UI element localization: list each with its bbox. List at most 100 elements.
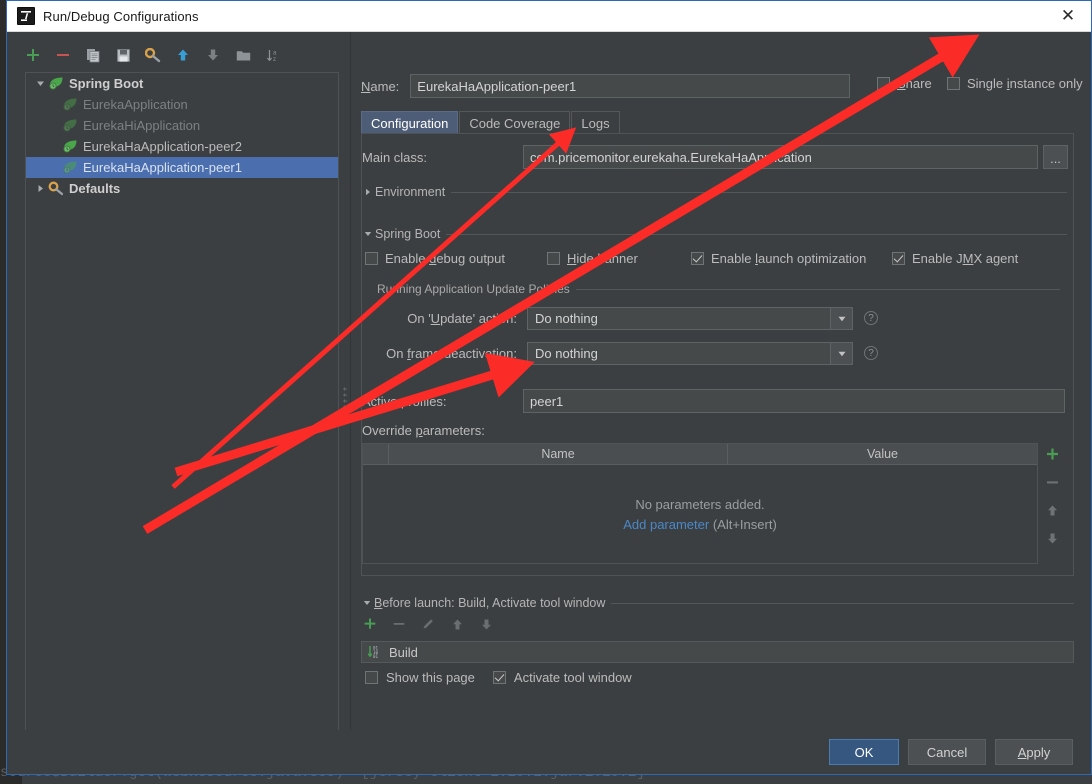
spring-boot-section-header[interactable]: Spring Boot xyxy=(362,227,1067,241)
cancel-button[interactable]: Cancel xyxy=(908,739,986,765)
configuration-editor-pane: Name: EurekaHaApplication-peer1 Share Si… xyxy=(353,32,1091,730)
pencil-icon[interactable] xyxy=(419,615,437,633)
tree-node-spring-boot[interactable]: Spring Boot xyxy=(26,73,338,94)
panel-divider xyxy=(350,32,351,730)
chevron-right-icon[interactable] xyxy=(32,181,48,197)
configurations-tree[interactable]: Spring Boot EurekaApplication EurekaHiAp… xyxy=(25,72,339,730)
dialog-title: Run/Debug Configurations xyxy=(43,8,199,24)
name-label: Name: xyxy=(361,78,400,94)
before-launch-task-list[interactable]: 01 10 01 Build xyxy=(361,641,1074,663)
table-header-value[interactable]: Value xyxy=(728,444,1037,464)
update-policies-group: Running Application Update Policies On '… xyxy=(377,282,1060,376)
add-parameter-link[interactable]: Add parameter xyxy=(623,517,709,532)
enable-jmx-agent-label: Enable JMX agent xyxy=(912,251,1019,266)
name-input[interactable]: EurekaHaApplication-peer1 xyxy=(410,74,851,98)
chevron-down-icon[interactable] xyxy=(361,597,373,609)
browse-main-class-button[interactable]: ... xyxy=(1043,145,1068,169)
spring-boot-icon xyxy=(62,97,80,113)
enable-launch-optimization-label: Enable launch optimization xyxy=(711,251,867,266)
main-class-input[interactable]: com.pricemonitor.eurekaha.EurekaHaApplic… xyxy=(523,145,1038,169)
ok-button[interactable]: OK xyxy=(829,739,899,765)
enable-launch-optimization-row[interactable]: Enable launch optimization xyxy=(691,251,866,266)
build-icon: 01 10 01 xyxy=(367,645,383,659)
on-update-action-label: On 'Update' action: xyxy=(407,311,517,326)
arrow-down-icon[interactable] xyxy=(201,43,225,67)
main-class-label: Main class: xyxy=(362,150,428,165)
before-launch-task-label: Build xyxy=(389,644,418,660)
on-update-action-combo[interactable]: Do nothing xyxy=(527,307,853,330)
enable-debug-output-label: Enable debug output xyxy=(385,251,506,266)
environment-section-title: Environment xyxy=(375,185,446,199)
tree-node-label: Defaults xyxy=(69,181,121,196)
spring-boot-section-title: Spring Boot xyxy=(375,227,441,241)
enable-debug-output-row[interactable]: Enable debug output xyxy=(365,251,505,266)
tree-node-eurekahiapplication[interactable]: EurekaHiApplication xyxy=(26,115,338,136)
enable-launch-optimization-checkbox[interactable] xyxy=(691,252,704,265)
configuration-tabs[interactable]: Configuration Code Coverage Logs xyxy=(361,111,621,134)
tree-node-eurekahaapplication-peer1[interactable]: EurekaHaApplication-peer1 xyxy=(26,157,338,178)
override-parameters-table[interactable]: Name Value No parameters added. Add para… xyxy=(362,443,1038,564)
tab-logs[interactable]: Logs xyxy=(571,111,620,134)
tree-node-eurekahaapplication-peer2[interactable]: EurekaHaApplication-peer2 xyxy=(26,136,338,157)
add-before-launch-task-button[interactable] xyxy=(361,615,379,633)
chevron-down-icon[interactable] xyxy=(830,343,852,364)
close-icon[interactable]: ✕ xyxy=(1045,1,1091,32)
chevron-right-icon[interactable] xyxy=(362,186,374,198)
before-launch-section-title: Before launch: Build, Activate tool wind… xyxy=(374,596,606,610)
table-side-toolbar xyxy=(1040,443,1064,566)
panel-splitter[interactable] xyxy=(340,74,350,730)
single-instance-checkbox-row[interactable]: Single instance only xyxy=(947,76,1083,91)
on-frame-deactivation-help-icon[interactable]: ? xyxy=(864,346,878,360)
share-checkbox-row[interactable]: Share xyxy=(877,76,932,91)
show-this-page-checkbox[interactable] xyxy=(365,671,378,684)
chevron-down-icon[interactable] xyxy=(362,228,374,240)
save-icon[interactable] xyxy=(111,43,135,67)
table-header-name[interactable]: Name xyxy=(389,444,728,464)
remove-parameter-button[interactable] xyxy=(1043,473,1061,491)
single-instance-checkbox[interactable] xyxy=(947,77,960,90)
environment-section-header[interactable]: Environment xyxy=(362,185,1067,199)
dialog-button-bar: OK Cancel Apply xyxy=(7,730,1091,774)
on-frame-deactivation-value: Do nothing xyxy=(535,346,598,361)
plus-icon[interactable] xyxy=(21,43,45,67)
before-launch-section-header[interactable]: Before launch: Build, Activate tool wind… xyxy=(361,596,1074,610)
on-frame-deactivation-combo[interactable]: Do nothing xyxy=(527,342,853,365)
splitter-grip[interactable] xyxy=(343,386,347,422)
arrow-up-icon[interactable] xyxy=(171,43,195,67)
table-header-select xyxy=(363,444,389,464)
enable-jmx-agent-row[interactable]: Enable JMX agent xyxy=(892,251,1018,266)
move-parameter-down-button[interactable] xyxy=(1043,529,1061,547)
folder-icon[interactable] xyxy=(231,43,255,67)
tree-node-eurekaapplication[interactable]: EurekaApplication xyxy=(26,94,338,115)
hide-banner-checkbox[interactable] xyxy=(547,252,560,265)
apply-button[interactable]: Apply xyxy=(995,739,1073,765)
tab-code-coverage[interactable]: Code Coverage xyxy=(459,111,571,134)
single-instance-label: Single instance only xyxy=(967,76,1083,91)
tree-node-label: EurekaHaApplication-peer2 xyxy=(83,139,242,154)
hide-banner-label: Hide banner xyxy=(567,251,638,266)
tab-configuration[interactable]: Configuration xyxy=(361,111,459,134)
sort-alphabetically-icon[interactable]: a z xyxy=(261,43,285,67)
on-update-action-help-icon[interactable]: ? xyxy=(864,311,878,325)
share-checkbox[interactable] xyxy=(877,77,890,90)
remove-before-launch-task-button[interactable] xyxy=(390,615,408,633)
copy-icon[interactable] xyxy=(81,43,105,67)
table-empty-state: No parameters added. Add parameter (Alt+… xyxy=(363,465,1037,564)
chevron-down-icon[interactable] xyxy=(32,76,48,92)
move-parameter-up-button[interactable] xyxy=(1043,501,1061,519)
hide-banner-row[interactable]: Hide banner xyxy=(547,251,638,266)
enable-jmx-agent-checkbox[interactable] xyxy=(892,252,905,265)
on-frame-deactivation-label: On frame deactivation: xyxy=(386,346,517,361)
section-rule xyxy=(611,602,1074,604)
enable-debug-output-checkbox[interactable] xyxy=(365,252,378,265)
name-row: Name: EurekaHaApplication-peer1 xyxy=(361,74,851,98)
add-parameter-button[interactable] xyxy=(1043,445,1061,463)
wrench-icon[interactable] xyxy=(141,43,165,67)
minus-icon[interactable] xyxy=(51,43,75,67)
move-task-down-button[interactable] xyxy=(477,615,495,633)
active-profiles-input[interactable]: peer1 xyxy=(523,389,1065,413)
move-task-up-button[interactable] xyxy=(448,615,466,633)
activate-tool-window-checkbox[interactable] xyxy=(492,671,506,684)
chevron-down-icon[interactable] xyxy=(830,308,852,329)
tree-node-defaults[interactable]: Defaults xyxy=(26,178,338,199)
